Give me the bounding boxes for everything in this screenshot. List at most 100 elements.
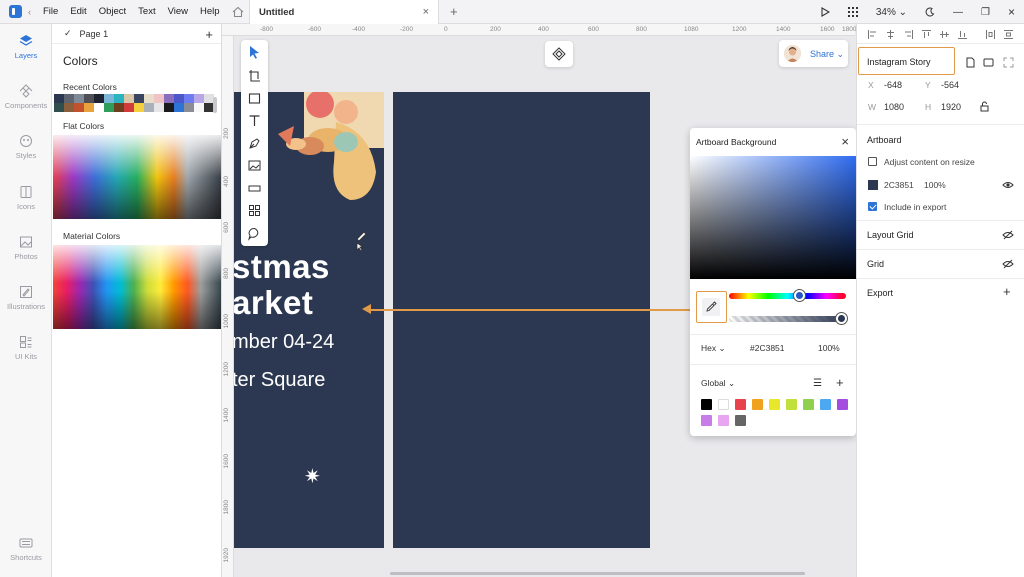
opacity-slider[interactable] xyxy=(729,316,846,322)
window-close-icon[interactable]: × xyxy=(1008,5,1015,19)
artboard-name-field[interactable]: Instagram Story xyxy=(858,47,955,75)
input-tool-icon[interactable] xyxy=(247,181,262,196)
rail-styles[interactable]: Styles xyxy=(0,134,52,160)
recent-color-swatch[interactable] xyxy=(134,103,144,112)
align-middle-icon[interactable] xyxy=(940,30,949,39)
palette-select[interactable]: Global ⌄ xyxy=(701,378,735,389)
eye-hidden-icon[interactable] xyxy=(1002,230,1014,240)
rail-photos[interactable]: Photos xyxy=(0,235,52,261)
align-right-icon[interactable] xyxy=(904,30,913,39)
y-input[interactable]: -564 xyxy=(941,80,959,90)
distribute-h-icon[interactable] xyxy=(986,30,995,39)
recent-color-swatch[interactable] xyxy=(94,103,104,112)
recent-color-swatch[interactable] xyxy=(164,103,174,112)
play-icon[interactable] xyxy=(821,7,830,17)
distribute-v-icon[interactable] xyxy=(1004,30,1013,39)
rail-illustrations[interactable]: Illustrations xyxy=(0,285,52,311)
recent-color-swatch[interactable] xyxy=(64,94,74,103)
hue-slider[interactable] xyxy=(729,293,846,299)
app-logo[interactable] xyxy=(9,5,22,18)
eyedropper-button[interactable] xyxy=(696,291,727,323)
grid-tool-icon[interactable] xyxy=(247,203,262,218)
zoom-level[interactable]: 34% ⌄ xyxy=(876,7,907,18)
menu-edit[interactable]: Edit xyxy=(70,6,86,17)
fill-hex-input[interactable]: 2C3851 xyxy=(884,180,914,190)
align-left-icon[interactable] xyxy=(868,30,877,39)
recent-color-swatch[interactable] xyxy=(194,94,204,103)
close-icon[interactable]: × xyxy=(841,134,849,149)
recent-color-swatch[interactable] xyxy=(54,94,64,103)
add-export-icon[interactable]: + xyxy=(1003,284,1011,299)
image-tool-icon[interactable] xyxy=(247,158,262,173)
restore-icon[interactable]: ❐ xyxy=(981,7,990,18)
artboard-tool-icon[interactable] xyxy=(247,68,262,83)
share-control[interactable]: Share ⌄ xyxy=(779,40,848,67)
palette-swatch[interactable] xyxy=(718,415,729,426)
grid-section[interactable]: Grid xyxy=(857,249,1024,278)
rail-shortcuts[interactable]: Shortcuts xyxy=(0,536,52,562)
palette-swatch[interactable] xyxy=(718,399,729,410)
recent-color-swatch[interactable] xyxy=(154,94,164,103)
recent-color-swatch[interactable] xyxy=(104,103,114,112)
eye-hidden-icon[interactable] xyxy=(1002,259,1014,269)
hex-input[interactable]: #2C3851 xyxy=(750,343,785,353)
recent-color-swatch[interactable] xyxy=(134,94,144,103)
menu-file[interactable]: File xyxy=(43,6,58,17)
select-tool-icon[interactable] xyxy=(247,45,262,60)
recent-color-swatch[interactable] xyxy=(184,103,194,112)
flat-colors-grid[interactable] xyxy=(53,135,221,219)
recent-color-swatch[interactable] xyxy=(54,103,64,112)
rail-components[interactable]: Components xyxy=(0,84,52,110)
rail-ui-kits[interactable]: UI Kits xyxy=(0,335,52,361)
recent-color-swatch[interactable] xyxy=(124,94,134,103)
palette-swatch[interactable] xyxy=(837,399,848,410)
recent-color-swatch[interactable] xyxy=(194,103,204,112)
recent-color-swatch[interactable] xyxy=(74,103,84,112)
focus-button[interactable] xyxy=(545,41,573,67)
recent-color-swatch[interactable] xyxy=(104,94,114,103)
chevron-left-icon[interactable]: ‹ xyxy=(28,7,31,17)
recent-color-swatch[interactable] xyxy=(74,94,84,103)
comment-tool-icon[interactable] xyxy=(247,226,262,241)
menu-text[interactable]: Text xyxy=(138,6,155,17)
menu-object[interactable]: Object xyxy=(99,6,126,17)
device-icon[interactable] xyxy=(983,57,994,68)
align-top-icon[interactable] xyxy=(922,30,931,39)
material-colors-grid[interactable] xyxy=(53,245,221,329)
minimize-icon[interactable]: — xyxy=(953,7,963,18)
height-input[interactable]: 1920 xyxy=(941,102,961,112)
rail-icons[interactable]: Icons xyxy=(0,185,52,211)
recent-color-swatch[interactable] xyxy=(144,103,154,112)
add-swatch-icon[interactable]: + xyxy=(836,375,844,390)
export-section[interactable]: Export + xyxy=(857,278,1024,307)
home-icon[interactable] xyxy=(232,6,244,18)
recent-color-swatch[interactable] xyxy=(84,103,94,112)
document-tab[interactable]: Untitled × xyxy=(249,0,439,24)
fill-color-swatch[interactable] xyxy=(868,180,878,190)
palette-swatch[interactable] xyxy=(769,399,780,410)
opacity-input[interactable]: 100% xyxy=(818,343,840,353)
apps-grid-icon[interactable] xyxy=(847,7,858,17)
recent-color-swatch[interactable] xyxy=(84,94,94,103)
recent-color-swatch[interactable] xyxy=(64,103,74,112)
recent-color-swatch[interactable] xyxy=(114,103,124,112)
palette-swatch[interactable] xyxy=(701,399,712,410)
adjust-content-checkbox[interactable] xyxy=(868,157,877,166)
recent-color-swatch[interactable] xyxy=(154,103,164,112)
artboard-second[interactable] xyxy=(393,92,650,548)
panel-scrollbar[interactable] xyxy=(213,97,217,113)
saturation-value-area[interactable] xyxy=(690,156,856,279)
palette-swatch[interactable] xyxy=(752,399,763,410)
recent-color-swatch[interactable] xyxy=(114,94,124,103)
include-export-checkbox[interactable] xyxy=(868,202,877,211)
palette-swatch[interactable] xyxy=(803,399,814,410)
list-view-icon[interactable]: ☰ xyxy=(813,378,822,389)
align-center-h-icon[interactable] xyxy=(886,30,895,39)
canvas-horizontal-scrollbar[interactable] xyxy=(390,572,805,575)
width-input[interactable]: 1080 xyxy=(884,102,904,112)
page-selector[interactable]: ✓ Page 1 + xyxy=(52,24,221,44)
align-bottom-icon[interactable] xyxy=(958,30,967,39)
menu-view[interactable]: View xyxy=(168,6,188,17)
opacity-slider-handle[interactable] xyxy=(836,313,847,324)
recent-color-swatch[interactable] xyxy=(124,103,134,112)
